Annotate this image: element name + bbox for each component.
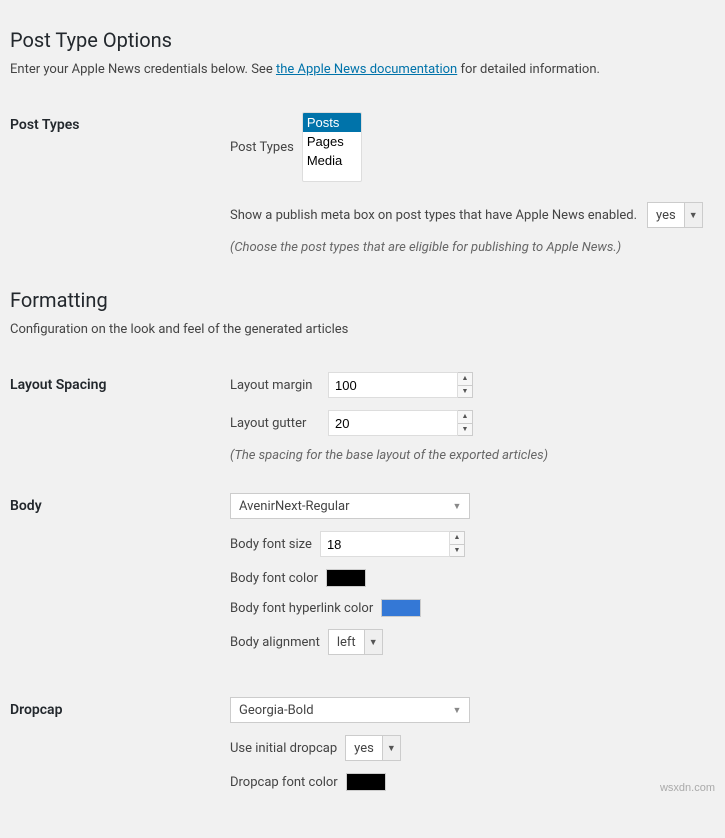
post-types-option-media[interactable]: Media — [303, 151, 361, 170]
body-font-select[interactable]: AvenirNext-Regular ▼ — [230, 493, 470, 519]
row-label-post-types: Post Types — [10, 97, 230, 270]
row-label-dropcap: Dropcap — [10, 682, 230, 818]
body-font-size-label: Body font size — [230, 537, 312, 552]
layout-margin-label: Layout margin — [230, 378, 320, 393]
dropcap-font-color-swatch[interactable] — [346, 773, 386, 791]
body-link-color-label: Body font hyperlink color — [230, 601, 373, 616]
chevron-down-icon: ▼ — [458, 424, 472, 436]
section-heading-formatting: Formatting — [10, 288, 715, 312]
row-label-body: Body — [10, 478, 230, 682]
chevron-down-icon: ▼ — [364, 630, 382, 654]
dropcap-font-value: Georgia-Bold — [231, 698, 322, 722]
publish-metabox-value: yes — [648, 203, 684, 227]
body-link-color-swatch[interactable] — [381, 599, 421, 617]
post-types-option-posts[interactable]: Posts — [303, 113, 361, 132]
chevron-up-icon: ▲ — [458, 373, 472, 386]
body-font-color-label: Body font color — [230, 571, 318, 586]
layout-gutter-label: Layout gutter — [230, 416, 320, 431]
chevron-up-icon: ▲ — [458, 411, 472, 424]
body-font-color-swatch[interactable] — [326, 569, 366, 587]
post-types-multiselect-label: Post Types — [230, 140, 294, 155]
publish-metabox-label: Show a publish meta box on post types th… — [230, 208, 637, 223]
intro-text-post: for detailed information. — [457, 62, 600, 77]
body-font-size-stepper[interactable]: ▲ ▼ — [450, 531, 465, 557]
chevron-down-icon: ▼ — [445, 494, 469, 518]
chevron-down-icon: ▼ — [458, 386, 472, 398]
post-type-options-description: Enter your Apple News credentials below.… — [10, 62, 715, 77]
formatting-description: Configuration on the look and feel of th… — [10, 322, 715, 337]
layout-margin-stepper[interactable]: ▲ ▼ — [458, 372, 473, 398]
body-font-size-input[interactable] — [320, 531, 450, 557]
post-types-hint: (Choose the post types that are eligible… — [230, 240, 715, 255]
layout-gutter-input[interactable] — [328, 410, 458, 436]
chevron-down-icon: ▼ — [450, 545, 464, 557]
body-alignment-label: Body alignment — [230, 635, 320, 650]
chevron-up-icon: ▲ — [450, 532, 464, 545]
publish-metabox-select[interactable]: yes ▼ — [647, 202, 703, 228]
body-font-value: AvenirNext-Regular — [231, 494, 358, 518]
body-alignment-value: left — [329, 630, 364, 654]
chevron-down-icon: ▼ — [445, 698, 469, 722]
use-dropcap-label: Use initial dropcap — [230, 741, 337, 756]
section-heading-post-type-options: Post Type Options — [10, 28, 715, 52]
row-label-layout-spacing: Layout Spacing — [10, 357, 230, 478]
layout-hint: (The spacing for the base layout of the … — [230, 448, 715, 463]
post-types-multiselect[interactable]: Posts Pages Media — [302, 112, 362, 182]
use-dropcap-value: yes — [346, 736, 382, 760]
intro-text-pre: Enter your Apple News credentials below.… — [10, 62, 276, 77]
post-types-option-pages[interactable]: Pages — [303, 132, 361, 151]
layout-margin-input[interactable] — [328, 372, 458, 398]
dropcap-font-color-label: Dropcap font color — [230, 775, 338, 790]
body-alignment-select[interactable]: left ▼ — [328, 629, 383, 655]
chevron-down-icon: ▼ — [382, 736, 400, 760]
apple-news-documentation-link[interactable]: the Apple News documentation — [276, 62, 457, 77]
layout-gutter-stepper[interactable]: ▲ ▼ — [458, 410, 473, 436]
chevron-down-icon: ▼ — [684, 203, 702, 227]
use-dropcap-select[interactable]: yes ▼ — [345, 735, 401, 761]
dropcap-font-select[interactable]: Georgia-Bold ▼ — [230, 697, 470, 723]
watermark: wsxdn.com — [660, 782, 715, 794]
